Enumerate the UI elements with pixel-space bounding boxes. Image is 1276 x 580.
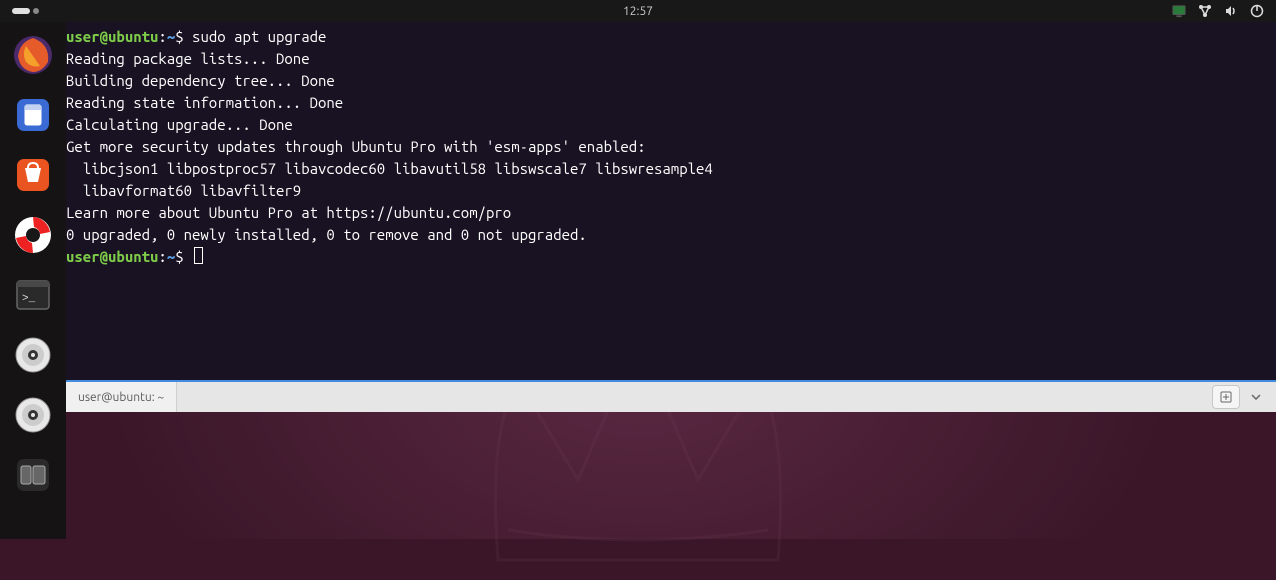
dock-item-disk2[interactable] — [8, 390, 58, 440]
terminal-line: Get more security updates through Ubuntu… — [66, 136, 1276, 158]
dock-item-screenshot[interactable] — [8, 90, 58, 140]
tab-title: user@ubuntu: ~ — [78, 391, 164, 404]
dock-item-software[interactable] — [8, 150, 58, 200]
volume-icon[interactable] — [1224, 4, 1238, 18]
dock: >_ — [0, 22, 66, 539]
dock-item-help[interactable] — [8, 210, 58, 260]
terminal-line: 0 upgraded, 0 newly installed, 0 to remo… — [66, 224, 1276, 246]
monitor-tray-icon[interactable] — [1172, 4, 1186, 18]
network-icon[interactable] — [1198, 4, 1212, 18]
dock-item-folder[interactable] — [8, 450, 58, 500]
dock-item-firefox[interactable] — [8, 30, 58, 80]
terminal-line: libavformat60 libavfilter9 — [66, 180, 1276, 202]
tab-menu-button[interactable] — [1242, 385, 1270, 409]
gnome-topbar: 12:57 — [0, 0, 1276, 22]
clock[interactable]: 12:57 — [623, 5, 653, 18]
activities-indicator[interactable] — [0, 8, 39, 14]
terminal-command: sudo apt upgrade — [192, 28, 326, 45]
new-tab-button[interactable] — [1212, 385, 1240, 409]
plus-icon — [1220, 391, 1232, 403]
prompt-user: user — [66, 28, 100, 45]
terminal-line: Learn more about Ubuntu Pro at https://u… — [66, 202, 1276, 224]
terminal-tabbar: user@ubuntu: ~ — [66, 380, 1276, 412]
terminal-line: Building dependency tree... Done — [66, 70, 1276, 92]
power-icon[interactable] — [1250, 4, 1264, 18]
svg-text:>_: >_ — [22, 293, 36, 305]
terminal-cursor — [194, 247, 203, 264]
dock-item-disk1[interactable] — [8, 330, 58, 380]
terminal-line: Reading state information... Done — [66, 92, 1276, 114]
terminal-window: user@ubuntu:~$ sudo apt upgradeReading p… — [66, 22, 1276, 412]
terminal-line: Calculating upgrade... Done — [66, 114, 1276, 136]
terminal-line: Reading package lists... Done — [66, 48, 1276, 70]
dock-item-terminal[interactable]: >_ — [8, 270, 58, 320]
terminal-line: libcjson1 libpostproc57 libavcodec60 lib… — [66, 158, 1276, 180]
terminal-output[interactable]: user@ubuntu:~$ sudo apt upgradeReading p… — [66, 22, 1276, 380]
terminal-tab[interactable]: user@ubuntu: ~ — [66, 382, 177, 412]
chevron-down-icon — [1251, 394, 1261, 400]
